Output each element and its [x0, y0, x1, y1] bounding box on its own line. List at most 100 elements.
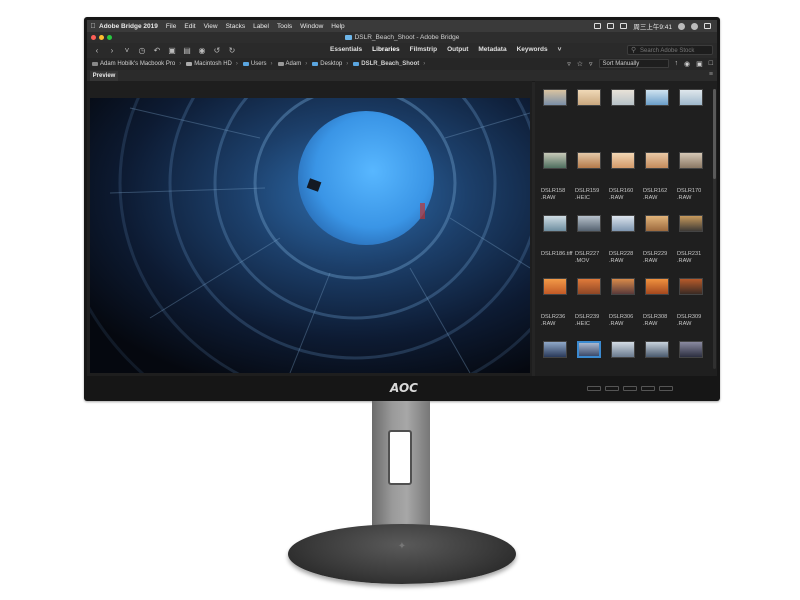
thumbnail-item[interactable]: DSLR186.tiff — [541, 215, 573, 278]
menu-help[interactable]: Help — [331, 23, 344, 30]
tab-libraries[interactable]: Libraries — [372, 46, 399, 53]
monitor-button[interactable] — [587, 386, 601, 391]
thumbnail-item[interactable]: DSLR3456.tiff — [541, 341, 569, 376]
content-scrollbar[interactable] — [713, 89, 716, 369]
crumb-desktop[interactable]: Desktop › — [312, 61, 348, 67]
thumbnail-image[interactable] — [543, 215, 567, 232]
thumbnail-image[interactable] — [645, 278, 669, 295]
forward-icon[interactable]: › — [107, 46, 117, 55]
thumbnail-item[interactable]: DSLR309 .RAW — [677, 278, 705, 341]
rotate-left-icon[interactable]: ↺ — [212, 46, 222, 55]
thumbnail-image[interactable] — [611, 278, 635, 295]
thumbnail-image[interactable] — [543, 152, 567, 169]
crumb-adam[interactable]: Adam › — [277, 61, 307, 67]
tab-metadata[interactable]: Metadata — [478, 46, 506, 53]
new-folder-icon[interactable]: ▣ — [696, 60, 703, 68]
thumbnail-item[interactable]: DSLR170 .RAW — [677, 152, 705, 215]
thumbnail-image[interactable] — [645, 341, 669, 358]
menu-file[interactable]: File — [166, 23, 176, 30]
rotate-right-icon[interactable]: ↻ — [227, 46, 237, 55]
crumb-disk[interactable]: Macintosh HD › — [186, 61, 238, 67]
tab-preview[interactable]: Preview — [90, 71, 118, 81]
monitor-button[interactable] — [659, 386, 673, 391]
thumbnail-item[interactable]: DSLR369 .RAW — [677, 341, 705, 376]
tab-output[interactable]: Output — [447, 46, 468, 53]
camera-icon[interactable]: ▣ — [167, 46, 177, 55]
thumbnail-image[interactable] — [611, 152, 635, 169]
crumb-users[interactable]: Users › — [242, 61, 273, 67]
app-name-menu[interactable]: Adobe Bridge 2019 — [99, 23, 158, 30]
workspace-menu-chevron-icon[interactable]: ˅ — [558, 46, 562, 53]
airplay-icon[interactable] — [607, 23, 615, 29]
apple-icon[interactable]:  — [87, 23, 99, 30]
tab-essentials[interactable]: Essentials — [330, 46, 362, 53]
thumbnail-image[interactable] — [543, 341, 567, 358]
back-icon[interactable]: ‹ — [92, 46, 102, 55]
monitor-button[interactable] — [641, 386, 655, 391]
menu-list-icon[interactable] — [704, 23, 711, 29]
panel-menu-icon[interactable]: ≡ — [709, 71, 713, 78]
thumbnail-image[interactable] — [679, 341, 703, 358]
boomerang-icon[interactable]: ↶ — [152, 46, 162, 55]
clock[interactable]: 周三上午9:41 — [633, 21, 672, 31]
thumbnail-item[interactable]: DSLR308 .RAW — [643, 278, 671, 341]
sort-filter-icon[interactable]: ▿ — [589, 60, 593, 68]
chevron-down-icon[interactable]: ˅ — [122, 46, 132, 55]
close-icon[interactable] — [91, 35, 96, 40]
thumbnail-item[interactable]: DSLR236 .RAW — [541, 278, 569, 341]
wifi-icon[interactable] — [594, 23, 602, 29]
thumbnail-item[interactable]: DSLR368.tiff — [643, 341, 671, 376]
thumbnail-item[interactable]: DSLR162 .RAW — [643, 152, 671, 215]
menu-stacks[interactable]: Stacks — [226, 23, 246, 30]
thumbnail-image[interactable] — [577, 341, 601, 358]
thumbnail-image[interactable] — [645, 89, 669, 106]
thumbnail-item[interactable]: DSLR227 .MOV — [575, 215, 603, 278]
trash-icon[interactable]: □ — [709, 60, 713, 67]
user-icon[interactable] — [691, 22, 698, 30]
thumbnail-item[interactable] — [609, 89, 637, 152]
monitor-button[interactable] — [605, 386, 619, 391]
tab-keywords[interactable]: Keywords — [517, 46, 548, 53]
thumbnail-image[interactable] — [611, 89, 635, 106]
filter-icon[interactable]: ▿ — [567, 60, 571, 68]
thumbnail-image[interactable] — [679, 278, 703, 295]
refine-icon[interactable]: ▤ — [182, 46, 192, 55]
thumbnail-image[interactable] — [543, 278, 567, 295]
thumbnail-image[interactable] — [645, 215, 669, 232]
menu-label[interactable]: Label — [253, 23, 269, 30]
thumbnail-item[interactable] — [643, 89, 671, 152]
thumbnail-item[interactable]: DSLR229 .RAW — [643, 215, 671, 278]
thumbnail-item[interactable]: DSLR366 .RAW — [609, 341, 637, 376]
minimize-icon[interactable] — [99, 35, 104, 40]
thumbnail-image[interactable] — [611, 341, 635, 358]
scroll-thumb[interactable] — [713, 89, 716, 179]
open-recent-icon[interactable]: ◉ — [684, 60, 690, 68]
search-icon[interactable] — [678, 22, 685, 30]
search-input[interactable]: ⚲ Search Adobe Stock — [627, 45, 713, 55]
thumbnail-image[interactable] — [679, 89, 703, 106]
thumbnail-image[interactable] — [577, 89, 601, 106]
menu-edit[interactable]: Edit — [184, 23, 195, 30]
thumbnail-image[interactable] — [611, 215, 635, 232]
thumbnail-item[interactable]: DSLR159 .HEIC — [575, 152, 603, 215]
thumbnail-image[interactable] — [577, 152, 601, 169]
thumbnail-item[interactable] — [541, 89, 569, 152]
thumbnail-item[interactable]: DSLR239 .HEIC — [575, 278, 603, 341]
menu-tools[interactable]: Tools — [277, 23, 292, 30]
thumbnail-item[interactable]: DSLR228 .RAW — [609, 215, 637, 278]
thumbnail-image[interactable] — [577, 278, 601, 295]
sort-dropdown[interactable]: Sort Manually — [598, 59, 669, 68]
thumbnail-item[interactable]: DSLR231 .RAW — [677, 215, 705, 278]
thumbnail-item[interactable]: DSLR160 .RAW — [609, 152, 637, 215]
zoom-icon[interactable] — [107, 35, 112, 40]
thumbnail-item[interactable]: DSLR306 .RAW — [609, 278, 637, 341]
export-icon[interactable]: ◉ — [197, 46, 207, 55]
menu-window[interactable]: Window — [300, 23, 323, 30]
thumbnail-item[interactable] — [575, 89, 603, 152]
thumbnail-item[interactable]: DSLR364 .RAW — [575, 341, 603, 376]
monitor-button[interactable] — [623, 386, 637, 391]
thumbnail-image[interactable] — [679, 152, 703, 169]
thumbnail-item[interactable]: DSLR158 .RAW — [541, 152, 569, 215]
rating-filter-icon[interactable]: ☆ — [577, 60, 583, 68]
thumbnail-image[interactable] — [543, 89, 567, 106]
